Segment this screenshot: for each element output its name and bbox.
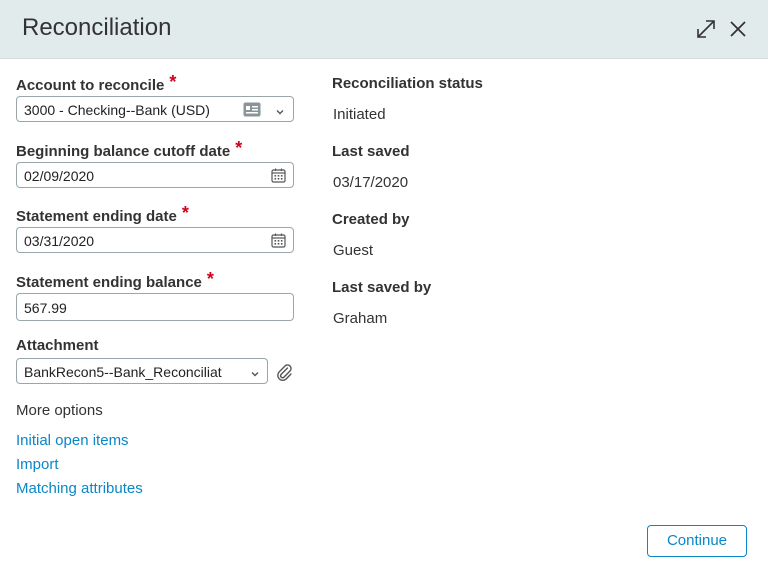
- statement-end-date-value: 03/31/2020: [24, 233, 95, 249]
- created-by-label: Created by: [332, 211, 410, 228]
- reconciliation-status-value: Initiated: [333, 106, 386, 123]
- last-saved-by-label: Last saved by: [332, 279, 432, 296]
- dialog-title: Reconciliation: [22, 14, 172, 41]
- matching-attributes-link[interactable]: Matching attributes: [16, 480, 143, 497]
- calendar-icon[interactable]: [271, 233, 286, 253]
- account-label: Account to reconcile *: [16, 72, 177, 94]
- chevron-down-icon[interactable]: [275, 104, 285, 122]
- statement-end-balance-input[interactable]: 567.99: [16, 293, 294, 321]
- required-marker: *: [169, 72, 177, 92]
- last-saved-by-value: Graham: [333, 310, 388, 327]
- close-icon[interactable]: [726, 17, 750, 41]
- paperclip-icon[interactable]: [275, 362, 293, 387]
- account-select[interactable]: 3000 - Checking--Bank (USD): [16, 96, 294, 122]
- required-marker: *: [206, 269, 214, 289]
- required-marker: *: [235, 138, 243, 158]
- reconciliation-status-label: Reconciliation status: [332, 75, 483, 92]
- last-saved-label: Last saved: [332, 143, 410, 160]
- statement-end-date-input[interactable]: 03/31/2020: [16, 227, 294, 253]
- beginning-cutoff-value: 02/09/2020: [24, 168, 95, 184]
- beginning-cutoff-date-input[interactable]: 02/09/2020: [16, 162, 294, 188]
- account-card-icon[interactable]: [243, 102, 261, 122]
- last-saved-value: 03/17/2020: [333, 174, 409, 191]
- statement-end-balance-value: 567.99: [24, 300, 67, 316]
- account-value: 3000 - Checking--Bank (USD): [24, 102, 210, 118]
- attachment-value: BankRecon5--Bank_Reconciliat: [24, 364, 222, 380]
- chevron-down-icon[interactable]: [250, 366, 260, 384]
- statement-end-balance-label: Statement ending balance *: [16, 269, 214, 291]
- dialog-header: Reconciliation: [0, 0, 768, 59]
- import-link[interactable]: Import: [16, 456, 59, 473]
- created-by-value: Guest: [333, 242, 374, 259]
- attachment-select[interactable]: BankRecon5--Bank_Reconciliat: [16, 358, 268, 384]
- more-options-heading: More options: [16, 402, 103, 419]
- beginning-cutoff-label: Beginning balance cutoff date *: [16, 138, 243, 160]
- required-marker: *: [181, 203, 189, 223]
- attachment-label: Attachment: [16, 337, 99, 354]
- initial-open-items-link[interactable]: Initial open items: [16, 432, 129, 449]
- calendar-icon[interactable]: [271, 168, 286, 188]
- expand-icon[interactable]: [694, 17, 718, 41]
- statement-end-date-label: Statement ending date *: [16, 203, 189, 225]
- continue-button[interactable]: Continue: [647, 525, 747, 557]
